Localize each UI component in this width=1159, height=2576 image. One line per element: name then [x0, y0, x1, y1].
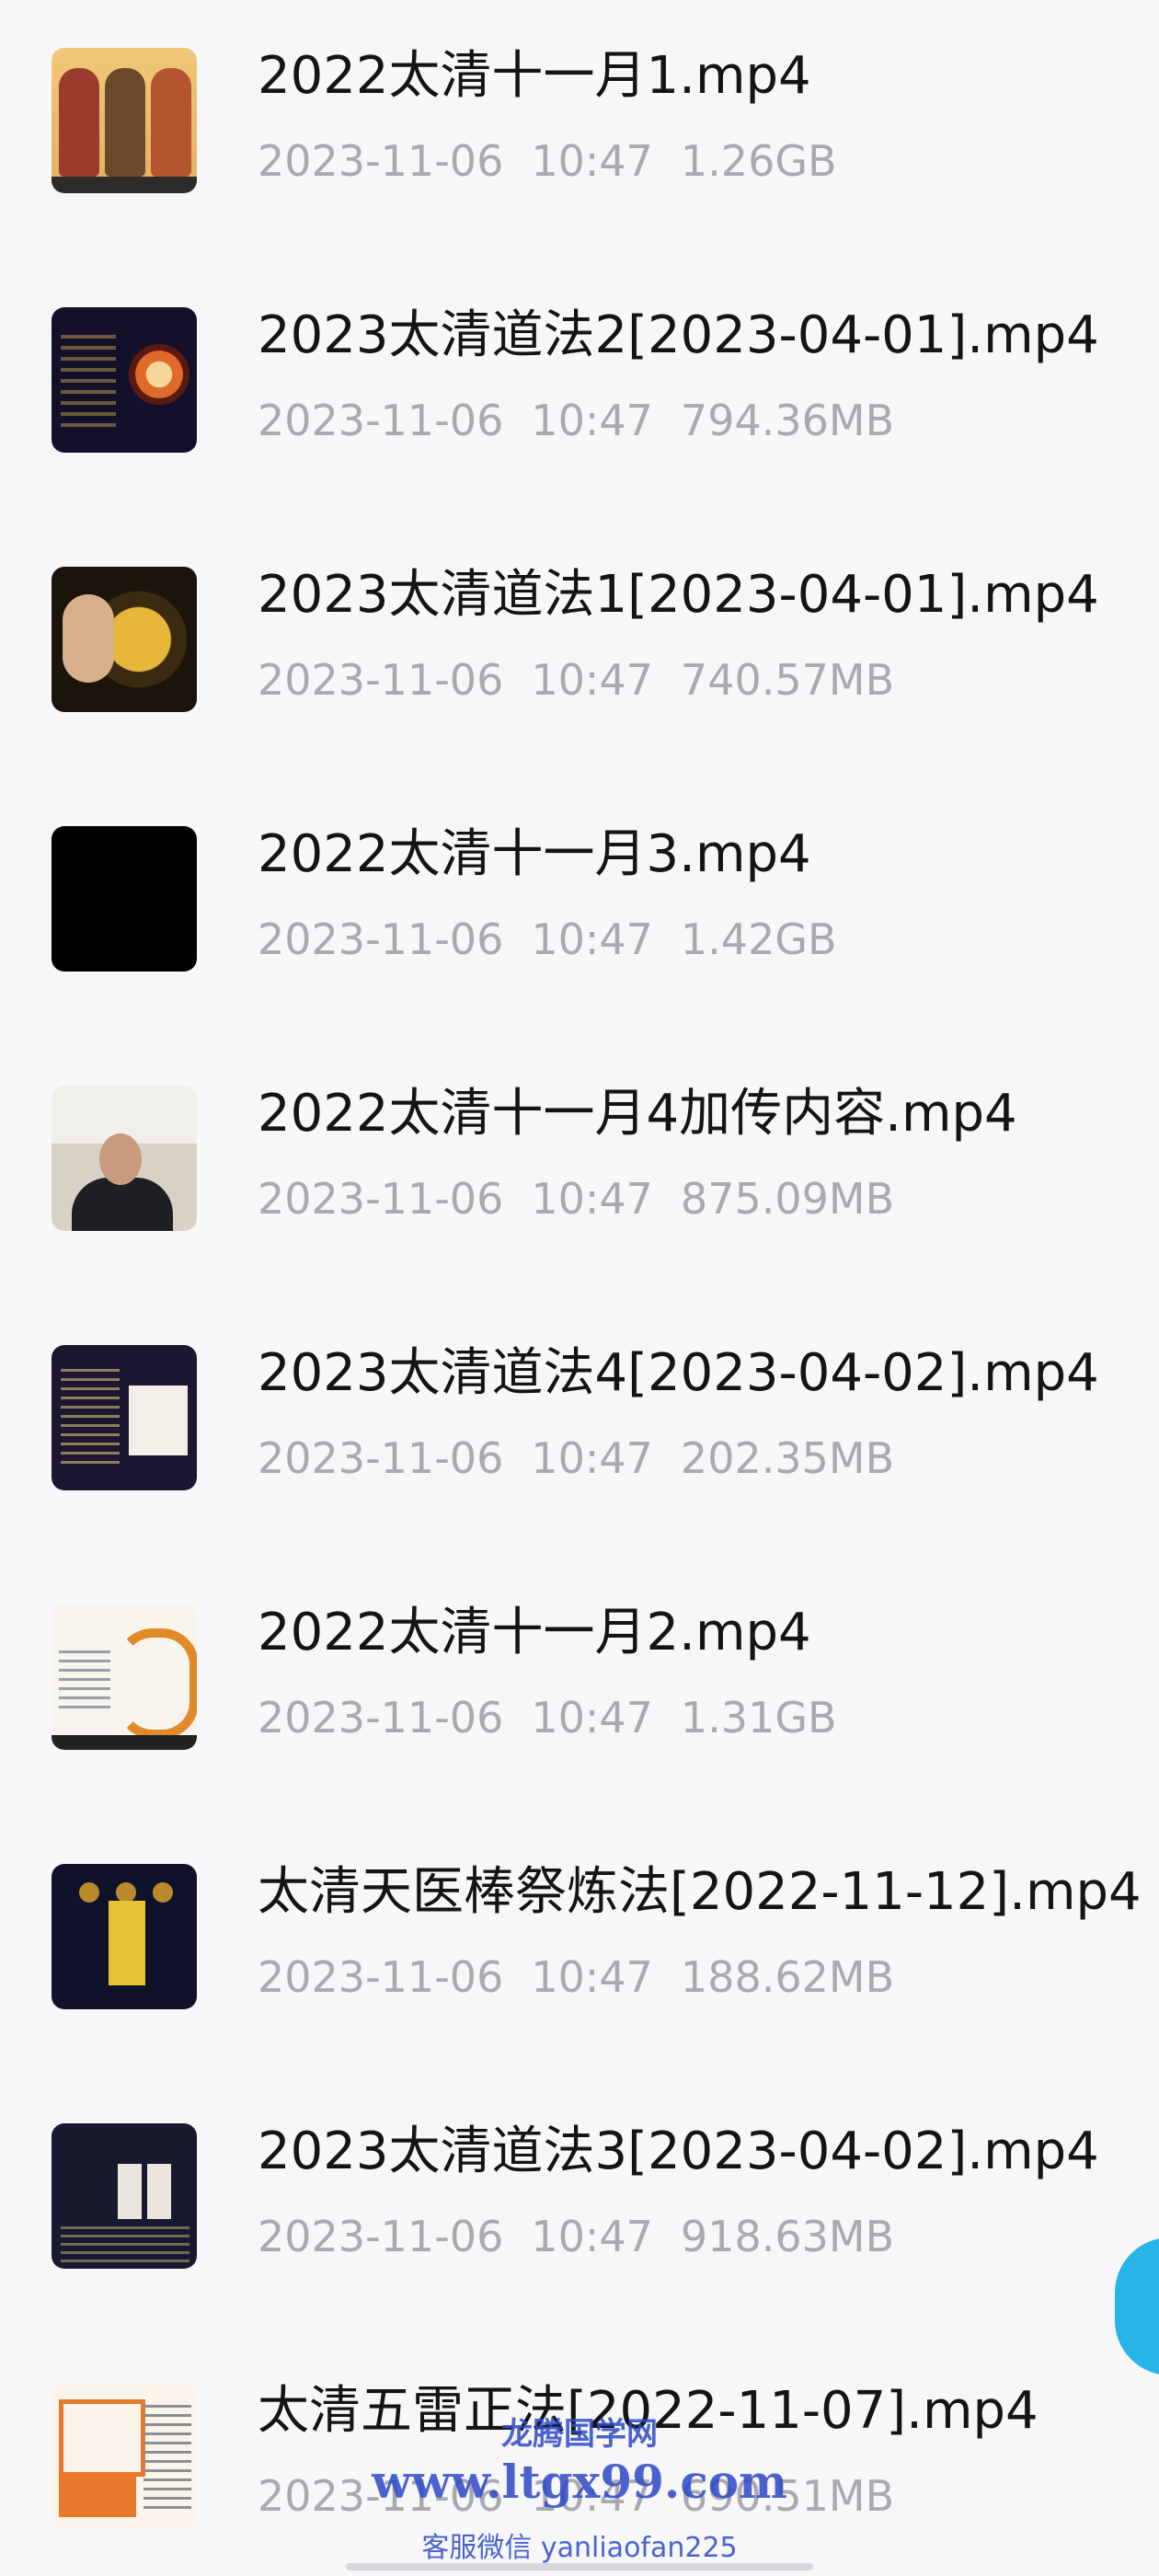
file-name: 2022太清十一月1.mp4	[258, 46, 811, 106]
file-row[interactable]: 2022太清十一月2.mp4 2023-11-06 10:47 1.31GB	[0, 1557, 1159, 1816]
file-row[interactable]: 太清天医棒祭炼法[2022-11-12].mp4 2023-11-06 10:47…	[0, 1816, 1159, 2076]
file-size: 1.42GB	[680, 914, 837, 964]
file-row[interactable]: 2023太清道法4[2023-04-02].mp4 2023-11-06 10:4…	[0, 1297, 1159, 1557]
cards-video-thumbnail	[52, 2123, 197, 2269]
file-date: 2023-11-06	[258, 655, 504, 705]
file-meta: 2023-11-06 10:47 1.31GB	[258, 1691, 865, 1744]
black-video-thumbnail	[52, 826, 197, 972]
file-time: 10:47	[531, 1174, 653, 1224]
file-date: 2023-11-06	[258, 1693, 504, 1742]
file-meta: 2023-11-06 10:47 918.63MB	[258, 2210, 922, 2263]
file-size: 794.36MB	[680, 396, 895, 445]
file-row[interactable]: 2023太清道法1[2023-04-01].mp4 2023-11-06 10:4…	[0, 519, 1159, 778]
file-meta: 2023-11-06 10:47 1.42GB	[258, 913, 865, 966]
watermark-contact: 客服微信 yanliaofan225	[421, 2532, 738, 2564]
file-date: 2023-11-06	[258, 914, 504, 964]
file-time: 10:47	[531, 914, 653, 964]
file-row[interactable]: 2022太清十一月1.mp4 2023-11-06 10:47 1.26GB	[0, 0, 1159, 259]
file-meta: 2023-11-06 10:47 202.35MB	[258, 1432, 922, 1485]
file-row[interactable]: 2022太清十一月3.mp4 2023-11-06 10:47 1.42GB	[0, 778, 1159, 1038]
file-size: 875.09MB	[680, 1174, 895, 1224]
file-size: 918.63MB	[680, 2212, 895, 2261]
file-browser-page: 2022太清十一月1.mp4 2023-11-06 10:47 1.26GB 202…	[0, 0, 1159, 2576]
file-date: 2023-11-06	[258, 396, 504, 445]
file-size: 202.35MB	[680, 1433, 895, 1483]
file-date: 2023-11-06	[258, 2212, 504, 2261]
file-size: 188.62MB	[680, 1952, 895, 2002]
file-size: 1.26GB	[680, 136, 837, 186]
home-indicator[interactable]	[346, 2563, 813, 2570]
deities-video-thumbnail	[52, 48, 197, 193]
file-time: 10:47	[531, 655, 653, 705]
file-date: 2023-11-06	[258, 1174, 504, 1224]
dragon-video-thumbnail	[52, 1604, 197, 1750]
file-name: 2023太清道法4[2023-04-02].mp4	[258, 1343, 1099, 1403]
file-row[interactable]: 2023太清道法3[2023-04-02].mp4 2023-11-06 10:4…	[0, 2076, 1159, 2335]
file-name: 2023太清道法2[2023-04-01].mp4	[258, 305, 1099, 365]
file-time: 10:47	[531, 396, 653, 445]
file-name: 2023太清道法3[2023-04-02].mp4	[258, 2122, 1099, 2181]
file-name: 2023太清道法1[2023-04-01].mp4	[258, 565, 1099, 625]
watermark-site-name: 龙腾国学网	[501, 2416, 658, 2453]
file-meta: 2023-11-06 10:47 875.09MB	[258, 1172, 922, 1225]
file-date: 2023-11-06	[258, 1433, 504, 1483]
file-meta: 2023-11-06 10:47 740.57MB	[258, 653, 922, 707]
file-meta: 2023-11-06 10:47 1.26GB	[258, 134, 865, 188]
file-time: 10:47	[531, 136, 653, 186]
file-time: 10:47	[531, 2212, 653, 2261]
file-name: 太清天医棒祭炼法[2022-11-12].mp4	[258, 1862, 1142, 1922]
file-date: 2023-11-06	[258, 1952, 504, 2002]
file-row[interactable]: 2023太清道法2[2023-04-01].mp4 2023-11-06 10:4…	[0, 259, 1159, 519]
talisman-video-thumbnail	[52, 1864, 197, 2009]
dark-text-video-thumbnail	[52, 1345, 197, 1490]
file-meta: 2023-11-06 10:47 794.36MB	[258, 394, 922, 447]
file-size: 740.57MB	[680, 655, 895, 705]
watermark-url: www.ltgx99.com	[371, 2455, 788, 2509]
file-meta: 2023-11-06 10:47 188.62MB	[258, 1950, 922, 2004]
file-time: 10:47	[531, 1693, 653, 1742]
file-size: 1.31GB	[680, 1693, 837, 1742]
person-video-thumbnail	[52, 1086, 197, 1231]
file-row[interactable]: 2022太清十一月4加传内容.mp4 2023-11-06 10:47 875.09…	[0, 1038, 1159, 1297]
file-name: 2022太清十一月4加传内容.mp4	[258, 1084, 1017, 1144]
file-time: 10:47	[531, 1952, 653, 2002]
hands-video-thumbnail	[52, 567, 197, 712]
file-date: 2023-11-06	[258, 136, 504, 186]
file-time: 10:47	[531, 1433, 653, 1483]
file-name: 2022太清十一月2.mp4	[258, 1603, 811, 1662]
dark-slide-video-thumbnail	[52, 307, 197, 453]
file-name: 2022太清十一月3.mp4	[258, 824, 811, 884]
